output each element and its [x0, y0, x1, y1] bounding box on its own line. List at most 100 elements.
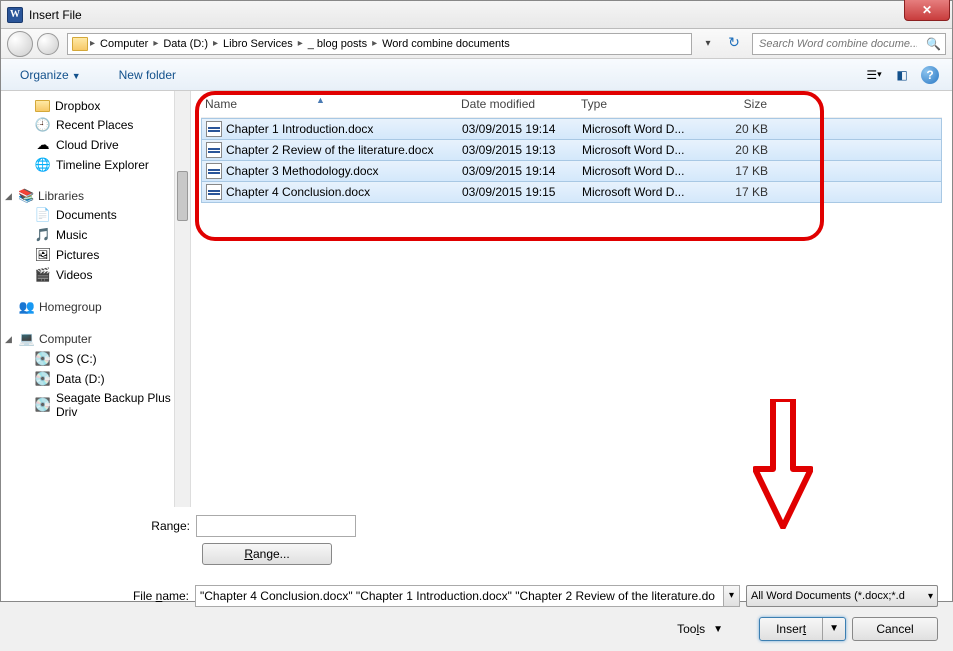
- help-icon: ?: [921, 66, 939, 84]
- file-name: Chapter 3 Methodology.docx: [226, 164, 379, 178]
- organize-button[interactable]: Organize▼: [11, 63, 90, 87]
- file-row[interactable]: Chapter 3 Methodology.docx 03/09/2015 19…: [201, 160, 942, 182]
- word-app-icon: W: [7, 7, 23, 23]
- word-doc-icon: [206, 163, 222, 179]
- filename-input[interactable]: [195, 585, 724, 607]
- breadcrumb-item[interactable]: Libro Services: [218, 38, 298, 50]
- sidebar-group-homegroup[interactable]: 👥Homegroup: [1, 297, 190, 317]
- insert-button[interactable]: Insert ▼: [759, 617, 846, 641]
- pictures-icon: 🖼: [35, 247, 51, 263]
- scroll-thumb[interactable]: [177, 171, 188, 221]
- back-button[interactable]: [7, 31, 33, 57]
- file-name: Chapter 2 Review of the literature.docx: [226, 143, 433, 157]
- file-date: 03/09/2015 19:14: [462, 164, 582, 178]
- view-options-button[interactable]: ☰▾: [862, 64, 886, 86]
- help-button[interactable]: ?: [918, 64, 942, 86]
- chevron-down-icon[interactable]: ▼: [713, 624, 723, 635]
- file-type: Microsoft Word D...: [582, 122, 700, 136]
- sidebar-item-documents[interactable]: 📄Documents: [1, 205, 190, 225]
- file-type: Microsoft Word D...: [582, 185, 700, 199]
- breadcrumb-item[interactable]: Word combine documents: [377, 38, 515, 50]
- file-size: 20 KB: [700, 143, 774, 157]
- drive-icon: 💽: [35, 397, 51, 413]
- computer-icon: 💻: [19, 331, 35, 347]
- range-input[interactable]: [196, 515, 356, 537]
- file-size: 17 KB: [700, 164, 774, 178]
- insert-button-main[interactable]: Insert: [760, 618, 823, 640]
- cancel-button[interactable]: Cancel: [852, 617, 938, 641]
- sidebar-item-music[interactable]: 🎵Music: [1, 225, 190, 245]
- column-name[interactable]: Name▲: [201, 97, 461, 111]
- nav-sidebar: Dropbox 🕘Recent Places ☁Cloud Drive 🌐Tim…: [1, 91, 191, 507]
- filename-history-dropdown[interactable]: ▾: [724, 585, 740, 607]
- tools-button[interactable]: Tools: [677, 622, 705, 636]
- search-input[interactable]: [753, 38, 923, 50]
- sidebar-item-videos[interactable]: 🎬Videos: [1, 265, 190, 285]
- insert-split-dropdown[interactable]: ▼: [823, 618, 845, 640]
- breadcrumb-item[interactable]: Computer: [95, 38, 153, 50]
- search-box[interactable]: 🔍: [752, 33, 946, 55]
- main-area: Dropbox 🕘Recent Places ☁Cloud Drive 🌐Tim…: [1, 91, 952, 507]
- file-list-area: Name▲ Date modified Type Size Chapter 1 …: [191, 91, 952, 507]
- homegroup-icon: 👥: [19, 299, 35, 315]
- chevron-down-icon: ▼: [72, 71, 81, 81]
- column-date[interactable]: Date modified: [461, 97, 581, 111]
- sidebar-item-drive[interactable]: 💽Data (D:): [1, 369, 190, 389]
- breadcrumb-item[interactable]: Data (D:): [158, 38, 213, 50]
- libraries-icon: 📚: [19, 190, 34, 203]
- sidebar-group-computer[interactable]: ◢💻Computer: [1, 329, 190, 349]
- globe-icon: 🌐: [35, 157, 51, 173]
- file-name: Chapter 1 Introduction.docx: [226, 122, 373, 136]
- bottom-panel: Range: Range... File name: ▾ All Word Do…: [1, 507, 952, 651]
- file-row[interactable]: Chapter 4 Conclusion.docx 03/09/2015 19:…: [201, 181, 942, 203]
- folder-icon: [35, 100, 50, 112]
- file-size: 20 KB: [700, 122, 774, 136]
- sidebar-item[interactable]: Dropbox: [1, 97, 190, 115]
- window-title: Insert File: [29, 8, 82, 22]
- forward-button[interactable]: [37, 33, 59, 55]
- breadcrumb-item[interactable]: _ blog posts: [303, 38, 372, 50]
- chevron-down-icon: ▾: [928, 591, 933, 602]
- close-button[interactable]: ✕: [904, 0, 950, 21]
- sidebar-item[interactable]: ☁Cloud Drive: [1, 135, 190, 155]
- sidebar-item-drive[interactable]: 💽OS (C:): [1, 349, 190, 369]
- column-type[interactable]: Type: [581, 97, 699, 111]
- sidebar-item[interactable]: 🌐Timeline Explorer: [1, 155, 190, 175]
- filename-label: File name:: [1, 589, 189, 603]
- breadcrumb[interactable]: ▸ Computer ▸ Data (D:) ▸ Libro Services …: [67, 33, 692, 55]
- search-icon: 🔍: [926, 37, 941, 51]
- recent-icon: 🕘: [35, 117, 51, 133]
- file-name: Chapter 4 Conclusion.docx: [226, 185, 370, 199]
- sidebar-item[interactable]: 🕘Recent Places: [1, 115, 190, 135]
- sidebar-group-libraries[interactable]: ◢📚Libraries: [1, 187, 190, 205]
- cloud-icon: ☁: [35, 137, 51, 153]
- sidebar-item-pictures[interactable]: 🖼Pictures: [1, 245, 190, 265]
- titlebar: W Insert File ✕: [1, 1, 952, 29]
- file-row[interactable]: Chapter 2 Review of the literature.docx …: [201, 139, 942, 161]
- word-doc-icon: [206, 184, 222, 200]
- word-doc-icon: [206, 121, 222, 137]
- filetype-dropdown[interactable]: All Word Documents (*.docx;*.d▾: [746, 585, 938, 607]
- drive-icon: 💽: [35, 371, 51, 387]
- sidebar-scrollbar[interactable]: [174, 91, 190, 507]
- music-icon: 🎵: [35, 227, 51, 243]
- caret-icon: ◢: [5, 191, 15, 202]
- word-doc-icon: [206, 142, 222, 158]
- nav-toolbar: ▸ Computer ▸ Data (D:) ▸ Libro Services …: [1, 29, 952, 59]
- file-size: 17 KB: [700, 185, 774, 199]
- documents-icon: 📄: [35, 207, 51, 223]
- column-size[interactable]: Size: [699, 97, 773, 111]
- file-date: 03/09/2015 19:15: [462, 185, 582, 199]
- sidebar-item-drive[interactable]: 💽Seagate Backup Plus Driv: [1, 389, 190, 421]
- breadcrumb-dropdown[interactable]: ▾: [700, 38, 716, 49]
- range-button[interactable]: Range...: [202, 543, 332, 565]
- preview-pane-button[interactable]: ◧: [890, 64, 914, 86]
- new-folder-button[interactable]: New folder: [110, 63, 185, 87]
- file-type: Microsoft Word D...: [582, 164, 700, 178]
- file-row[interactable]: Chapter 1 Introduction.docx 03/09/2015 1…: [201, 118, 942, 140]
- refresh-button[interactable]: ↻: [724, 34, 744, 54]
- folder-icon: [72, 37, 88, 51]
- range-label: Range:: [1, 519, 196, 533]
- file-date: 03/09/2015 19:14: [462, 122, 582, 136]
- insert-file-dialog: W Insert File ✕ ▸ Computer ▸ Data (D:) ▸…: [0, 0, 953, 602]
